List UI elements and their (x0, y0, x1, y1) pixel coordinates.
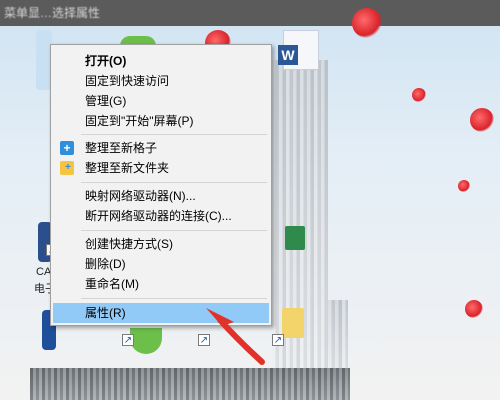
caption-text: 菜单显…选择属性 (4, 6, 101, 20)
flower-decoration (470, 108, 494, 132)
desktop-icon-folder[interactable] (282, 308, 304, 338)
menu-item-pin-quick-access[interactable]: 固定到快速访问 (53, 71, 269, 91)
menu-item-label: 属性(R) (85, 306, 126, 320)
word-letter: W (278, 45, 298, 65)
context-menu: 打开(O) 固定到快速访问 管理(G) 固定到"开始"屏幕(P) + 整理至新格… (50, 44, 272, 326)
menu-item-label: 打开(O) (85, 54, 127, 68)
menu-item-manage[interactable]: 管理(G) (53, 91, 269, 111)
menu-separator (81, 230, 267, 231)
menu-separator (81, 182, 267, 183)
menu-item-label: 固定到"开始"屏幕(P) (85, 114, 194, 128)
menu-item-rename[interactable]: 重命名(M) (53, 274, 269, 294)
flower-decoration (458, 180, 470, 192)
word-document-icon[interactable]: W (278, 30, 319, 70)
menu-item-create-shortcut[interactable]: 创建快捷方式(S) (53, 234, 269, 254)
shortcut-arrow-icon: ↗ (272, 334, 284, 346)
menu-item-new-grid[interactable]: + 整理至新格子 (53, 138, 269, 158)
window-caption-strip: 菜单显…选择属性 (0, 0, 500, 26)
desktop-icon-label: CA (36, 266, 52, 278)
menu-separator (81, 298, 267, 299)
blue-plus-icon: + (60, 141, 74, 155)
flower-decoration (412, 88, 426, 102)
menu-separator (81, 134, 267, 135)
shortcut-arrow-icon: ↗ (198, 334, 210, 346)
menu-item-label: 删除(D) (85, 257, 126, 271)
menu-item-delete[interactable]: 删除(D) (53, 254, 269, 274)
menu-item-new-folder[interactable]: + 整理至新文件夹 (53, 158, 269, 178)
desktop-icon-green-right[interactable] (285, 226, 305, 250)
folder-plus-icon: + (60, 161, 74, 175)
flower-decoration (465, 300, 483, 318)
flower-decoration (352, 8, 382, 38)
menu-item-label: 映射网络驱动器(N)... (85, 189, 196, 203)
menu-item-label: 整理至新文件夹 (85, 161, 170, 175)
shortcut-arrow-icon: ↗ (122, 334, 134, 346)
menu-item-disconnect-network-drive[interactable]: 断开网络驱动器的连接(C)... (53, 206, 269, 226)
menu-item-map-network-drive[interactable]: 映射网络驱动器(N)... (53, 186, 269, 206)
menu-item-pin-start[interactable]: 固定到"开始"屏幕(P) (53, 111, 269, 131)
menu-item-label: 管理(G) (85, 94, 127, 108)
menu-item-open[interactable]: 打开(O) (53, 51, 269, 71)
menu-item-properties[interactable]: 属性(R) (53, 303, 269, 323)
pixelated-desktop-region (30, 368, 350, 400)
menu-item-label: 固定到快速访问 (85, 74, 170, 88)
desktop-icon-green-bottom[interactable] (130, 328, 162, 354)
annotation-arrow-shaft (217, 317, 265, 365)
menu-item-label: 重命名(M) (85, 277, 139, 291)
menu-item-label: 创建快捷方式(S) (85, 237, 173, 251)
menu-item-label: 断开网络驱动器的连接(C)... (85, 209, 232, 223)
menu-item-label: 整理至新格子 (85, 141, 158, 155)
